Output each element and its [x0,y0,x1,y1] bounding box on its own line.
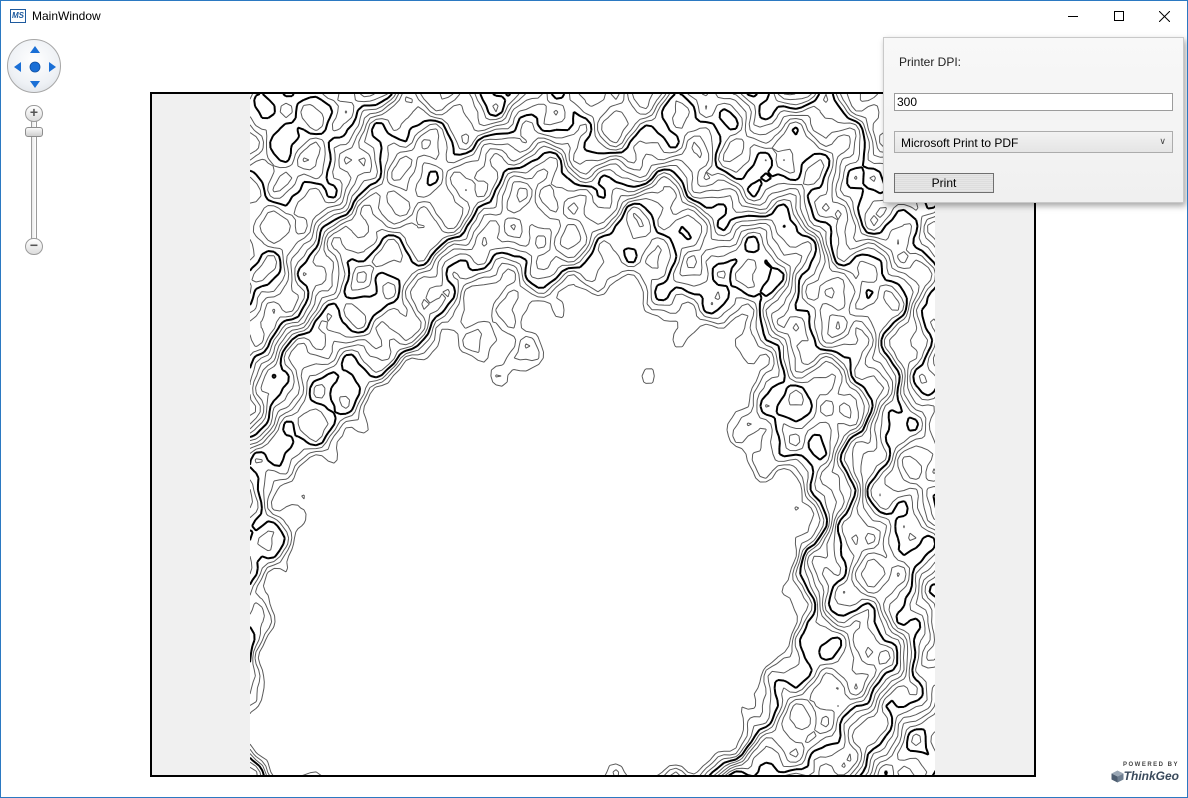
zoom-in-button[interactable]: + [25,105,43,122]
print-button[interactable]: Print [894,173,994,193]
client-area: + − Printer DPI: Microsoft Print to PDF … [1,31,1187,797]
maximize-button[interactable] [1096,1,1142,31]
chevron-down-icon: ∨ [1159,136,1166,146]
powered-by-logo: POWERED BY ThinkGeo [1105,762,1179,783]
thinkgeo-cube-icon [1111,770,1124,782]
title-bar[interactable]: MS MainWindow [1,1,1187,31]
pan-right-icon [49,62,56,72]
printer-select[interactable]: Microsoft Print to PDF ∨ [894,131,1173,153]
window-title: MainWindow [32,9,101,23]
contour-map[interactable] [249,94,941,775]
zoom-slider[interactable]: + − [24,105,44,261]
thinkgeo-logo-text: ThinkGeo [1123,769,1179,783]
printer-select-value: Microsoft Print to PDF [901,136,1019,150]
minor-contours [249,94,941,775]
print-panel: Printer DPI: Microsoft Print to PDF ∨ Pr… [883,37,1184,203]
app-icon: MS [10,9,26,23]
pan-down-icon [30,81,40,88]
zoom-thumb[interactable] [25,127,43,137]
minimize-icon [1068,16,1078,17]
close-button[interactable] [1141,1,1187,31]
pan-left-icon [14,62,21,72]
pan-center-icon [29,61,41,73]
powered-by-text: POWERED BY [1122,762,1179,768]
maximize-icon [1114,11,1124,21]
zoom-out-button[interactable]: − [25,238,43,255]
printer-dpi-input[interactable] [894,93,1173,111]
pan-up-icon [30,46,40,53]
minimize-button[interactable] [1050,1,1096,31]
main-window: MS MainWindow + − Printer DPI: 300 Micro… [0,0,1188,798]
pan-control[interactable] [7,39,61,93]
printer-dpi-label: Printer DPI: [899,55,962,69]
contour-lines [249,94,941,775]
close-icon [1158,10,1170,22]
